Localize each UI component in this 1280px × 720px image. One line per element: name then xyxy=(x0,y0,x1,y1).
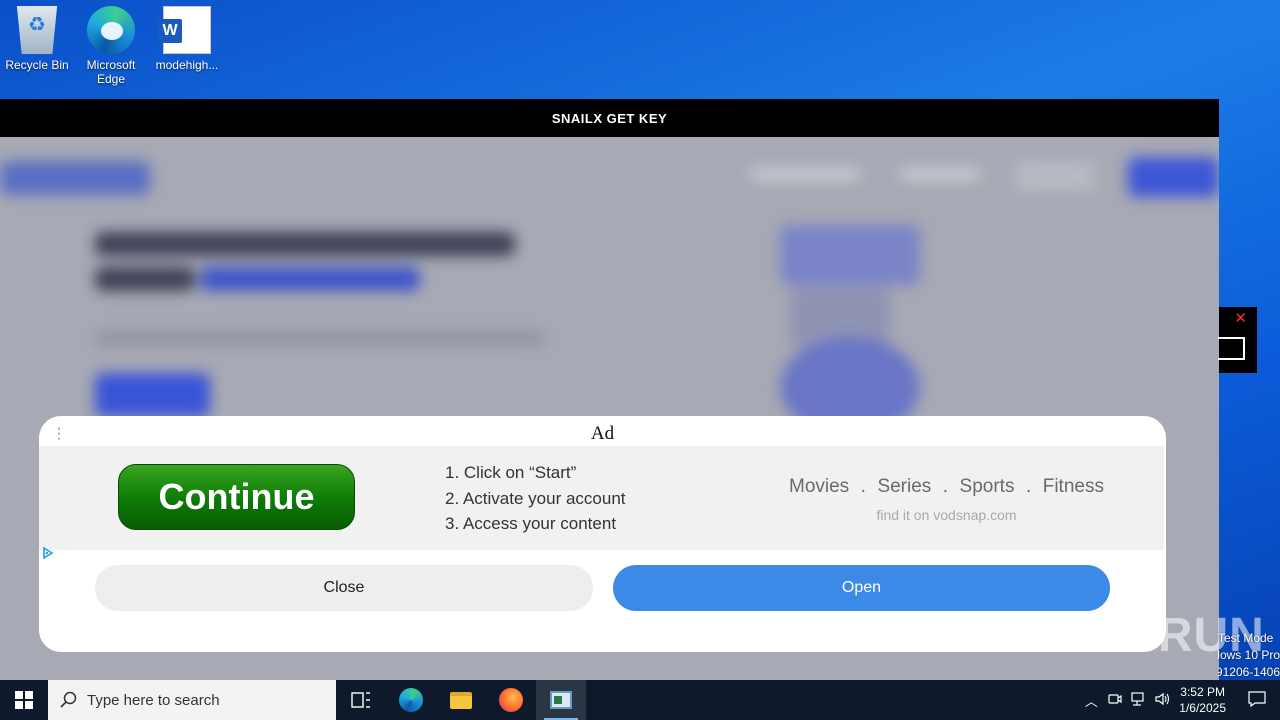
file-explorer-icon xyxy=(450,691,472,709)
open-button[interactable]: Open xyxy=(613,565,1110,611)
windows-watermark: Test Mode Windows 10 Pro Build 19041.vb_… xyxy=(1218,630,1280,681)
app-icon xyxy=(550,691,572,709)
taskbar-explorer-button[interactable] xyxy=(436,680,486,720)
close-button[interactable]: Close xyxy=(95,565,593,611)
task-view-icon xyxy=(351,692,370,708)
notification-center-button[interactable] xyxy=(1234,690,1280,710)
desktop-icon-recycle-bin[interactable]: Recycle Bin xyxy=(0,6,74,72)
taskbar-edge-button[interactable] xyxy=(386,680,436,720)
volume-icon[interactable] xyxy=(1151,692,1175,709)
edge-icon xyxy=(399,688,423,712)
popup-content-box[interactable] xyxy=(1218,337,1245,360)
ad-categories: Movies . Series . Sports . Fitness xyxy=(789,476,1104,498)
system-tray: ︿ 3:52 PM 1/6/2025 xyxy=(1079,680,1280,720)
watermark-line: Test Mode xyxy=(1218,631,1274,645)
category-separator: . xyxy=(1025,476,1032,497)
category-label: Fitness xyxy=(1042,476,1104,497)
watermark-line: Windows 10 Pro xyxy=(1218,648,1280,662)
ad-label: Ad xyxy=(590,423,615,444)
network-icon[interactable] xyxy=(1127,691,1151,709)
ad-step: 1. Click on “Start” xyxy=(445,463,577,482)
task-view-button[interactable] xyxy=(336,680,386,720)
category-label: Movies xyxy=(789,476,850,497)
adchoices-icon[interactable] xyxy=(42,547,54,559)
category-separator: . xyxy=(860,476,866,497)
desktop-icon-label: modehigh... xyxy=(155,58,219,72)
ad-url-text: find it on vodsnap.com xyxy=(876,507,1017,523)
chevron-up-icon[interactable]: ︿ xyxy=(1079,691,1103,710)
taskbar-app-button[interactable] xyxy=(536,680,586,720)
window-title-bar[interactable]: SNAILX GET KEY xyxy=(0,99,1219,137)
ad-step: 3. Access your content xyxy=(445,514,617,533)
start-button[interactable] xyxy=(0,680,48,720)
category-label: Series xyxy=(877,476,932,497)
taskbar-firefox-button[interactable] xyxy=(486,680,536,720)
meet-now-icon[interactable] xyxy=(1103,692,1127,709)
desktop-icon-word-doc[interactable]: modehigh... xyxy=(150,6,224,72)
ad-steps: 1. Click on “Start” 2. Activate your acc… xyxy=(445,460,626,537)
search-placeholder: Type here to search xyxy=(87,691,220,709)
close-icon[interactable]: ✕ xyxy=(1234,309,1247,327)
windows-start-icon xyxy=(15,691,33,709)
firefox-icon xyxy=(499,688,523,712)
desktop-icon-label: Microsoft Edge xyxy=(86,58,136,86)
category-separator: . xyxy=(942,476,949,497)
ad-panel: · · · Ad Continue 1. Click on “Start” 2. A… xyxy=(39,416,1166,652)
desktop-icon-label: Recycle Bin xyxy=(5,58,69,72)
window-title: SNAILX GET KEY xyxy=(551,110,668,126)
side-popup: ✕ xyxy=(1218,307,1257,373)
recycle-bin-icon xyxy=(16,6,58,54)
taskbar-clock[interactable]: 3:52 PM 1/6/2025 xyxy=(1179,684,1226,716)
continue-button[interactable]: Continue xyxy=(118,464,355,530)
category-label: Sports xyxy=(959,476,1015,497)
ad-step: 2. Activate your account xyxy=(445,488,626,508)
word-document-icon xyxy=(158,6,211,54)
taskbar-search-box[interactable]: Type here to search xyxy=(48,680,336,720)
clock-date: 1/6/2025 xyxy=(1179,701,1226,715)
ad-banner[interactable]: Continue 1. Click on “Start” 2. Activate… xyxy=(39,446,1164,550)
desktop-icon-edge[interactable]: Microsoft Edge xyxy=(74,6,148,86)
edge-icon xyxy=(87,6,135,54)
notification-icon xyxy=(1248,690,1266,707)
watermark-line: Build 19041.vb_release.191206-1406 xyxy=(1218,665,1280,679)
search-icon xyxy=(60,691,77,708)
clock-time: 3:52 PM xyxy=(1180,685,1225,699)
taskbar: Type here to search ︿ 3:52 PM 1/6/2025 xyxy=(0,680,1280,720)
